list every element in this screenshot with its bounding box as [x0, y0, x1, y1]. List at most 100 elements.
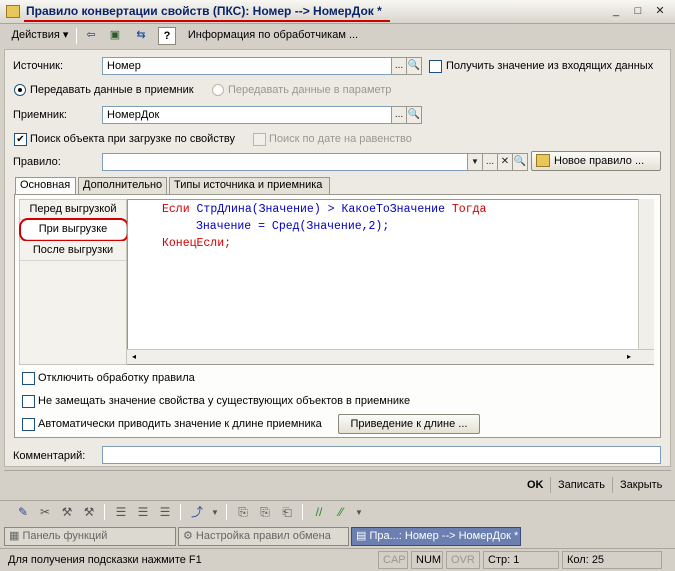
rule-field[interactable] [102, 153, 468, 171]
save-button[interactable]: Записать [558, 479, 605, 491]
code-strlen: СтрДлина(Значение) [196, 203, 321, 216]
footer-separator [612, 477, 613, 493]
receiver-select-button[interactable]: ... [391, 106, 407, 124]
pencil-icon[interactable]: ✎ [14, 505, 32, 521]
pass-to-receiver-radio[interactable] [14, 84, 26, 96]
close-form-button[interactable]: Закрыть [620, 479, 662, 491]
kw-if: Если [162, 203, 190, 216]
status-ovr: OVR [446, 551, 480, 569]
scroll-left-icon[interactable]: ◂ [128, 351, 140, 363]
pass-to-param-radio[interactable] [212, 84, 224, 96]
auto-length-label: Автоматически приводить значение к длине… [38, 418, 322, 430]
tool-icon[interactable]: ⚒ [80, 505, 98, 521]
event-before-export[interactable]: Перед выгрузкой [20, 200, 126, 220]
help-icon[interactable]: ? [158, 27, 176, 45]
ok-button[interactable]: OK [527, 479, 544, 491]
editor-vertical-scrollbar[interactable] [638, 199, 654, 349]
tab-main[interactable]: Основная [15, 177, 76, 195]
format-icon[interactable]: ⤴ [188, 505, 206, 521]
status-hint: Для получения подсказки нажмите F1 [8, 554, 202, 566]
title-bar: Правило конвертации свойств (ПКС): Номер… [0, 0, 675, 24]
tab-types[interactable]: Типы источника и приемника [169, 177, 330, 194]
source-label: Источник: [13, 60, 64, 72]
title-underline [24, 20, 390, 22]
code-editor[interactable]: Если СтрДлина(Значение) > КакоеТоЗначени… [127, 199, 654, 365]
toolbar-separator [180, 504, 181, 520]
status-line: Стр: 1 [483, 551, 559, 569]
pass-to-receiver-label: Передавать данные в приемник [30, 84, 194, 96]
search-by-date-label: Поиск по дате на равенство [269, 133, 412, 145]
code-operator: > [327, 203, 335, 216]
code-line-1: Если СтрДлина(Значение) > КакоеТоЗначени… [162, 203, 486, 216]
close-button[interactable]: ✕ [652, 4, 668, 19]
code-value: КакоеТоЗначение [341, 203, 445, 216]
form-icon: ▤ [356, 530, 370, 542]
source-field[interactable]: Номер [102, 57, 392, 75]
disable-processing-checkbox[interactable] [22, 372, 35, 385]
uncomment-icon[interactable]: ⁄⁄ [332, 505, 350, 521]
no-replace-label: Не замещать значение свойства у существу… [38, 395, 411, 407]
document-icon[interactable]: ▣ [105, 27, 125, 45]
no-replace-checkbox[interactable] [22, 395, 35, 408]
task-exchange-rules[interactable]: ⚙ Настройка правил обмена [178, 527, 349, 546]
footer-separator [550, 477, 551, 493]
task-property-rule[interactable]: ▤ Пра...: Номер --> НомерДок * [351, 527, 521, 546]
event-after-export[interactable]: После выгрузки [20, 241, 126, 261]
outdent-icon[interactable]: ☰ [134, 505, 152, 521]
rule-select-button[interactable]: ... [482, 153, 498, 171]
pass-to-param-label: Передавать данные в параметр [228, 84, 392, 96]
cut-icon[interactable]: ✂ [36, 505, 54, 521]
length-cast-button[interactable]: Приведение к длине ... [338, 414, 480, 434]
receiver-field[interactable]: НомерДок [102, 106, 392, 124]
minimize-button[interactable]: _ [608, 4, 624, 19]
footer-divider [4, 470, 671, 471]
search-object-label: Поиск объекта при загрузке по свойству [30, 133, 235, 145]
search-by-date-checkbox[interactable] [253, 133, 266, 146]
toolbar-separator [302, 504, 303, 520]
paste-icon[interactable]: ⎘ [256, 505, 274, 521]
actions-menu[interactable]: Действия ▾ [6, 27, 74, 45]
panel-icon: ▦ [9, 530, 23, 542]
wand-icon[interactable]: ⚒ [58, 505, 76, 521]
receiver-label: Приемник: [13, 109, 67, 121]
rule-clear-icon[interactable]: ✕ [497, 153, 513, 171]
new-rule-label: Новое правило ... [554, 155, 645, 167]
editor-horizontal-scrollbar[interactable]: ◂ ▸ [127, 349, 654, 364]
align-icon[interactable]: ☰ [156, 505, 174, 521]
editor-icon-bar: ✎ ✂ ⚒ ⚒ ☰ ☰ ☰ ⤴ ▼ ⎘ ⎘ ⎗ // ⁄⁄ ▼ [0, 500, 675, 524]
chevron-down-icon[interactable]: ▼ [350, 505, 368, 521]
comment-icon[interactable]: // [310, 505, 328, 521]
auto-length-checkbox[interactable] [22, 418, 35, 431]
new-rule-button[interactable]: Новое правило ... [531, 151, 661, 171]
rule-search-icon[interactable]: 🔍 [512, 153, 528, 171]
source-search-icon[interactable]: 🔍 [406, 57, 422, 75]
chevron-down-icon: ▾ [62, 29, 69, 41]
window-taskbar: ▦ Панель функций ⚙ Настройка правил обме… [0, 525, 675, 547]
restore-button[interactable]: □ [630, 4, 646, 19]
tab-additional[interactable]: Дополнительно [78, 177, 167, 194]
toolbar-separator [104, 504, 105, 520]
template-icon[interactable]: ⎗ [278, 505, 296, 521]
rule-label: Правило: [13, 156, 61, 168]
highlight-ring [19, 218, 129, 242]
new-rule-icon [536, 154, 550, 167]
comment-field[interactable] [102, 446, 661, 464]
refresh-icon[interactable]: ⇆ [131, 27, 151, 45]
handlers-info-button[interactable]: Информация по обработчикам ... [183, 27, 363, 45]
status-bar: Для получения подсказки нажмите F1 CAP N… [0, 548, 675, 571]
chevron-down-icon[interactable]: ▼ [206, 505, 224, 521]
actions-label: Действия [11, 29, 60, 41]
status-cap: CAP [378, 551, 408, 569]
search-object-checkbox[interactable]: ✔ [14, 133, 27, 146]
back-arrow-icon[interactable]: ⇦ [81, 27, 101, 45]
task-functions-panel[interactable]: ▦ Панель функций [4, 527, 176, 546]
copy-icon[interactable]: ⎘ [234, 505, 252, 521]
code-line-2: Значение = Сред(Значение,2); [196, 220, 390, 233]
get-from-input-checkbox[interactable] [429, 60, 442, 73]
rule-dropdown-icon[interactable]: ▼ [467, 153, 483, 171]
scroll-right-icon[interactable]: ▸ [623, 351, 635, 363]
task-label: Пра...: Номер --> НомерДок * [369, 530, 519, 542]
receiver-search-icon[interactable]: 🔍 [406, 106, 422, 124]
indent-icon[interactable]: ☰ [112, 505, 130, 521]
source-select-button[interactable]: ... [391, 57, 407, 75]
